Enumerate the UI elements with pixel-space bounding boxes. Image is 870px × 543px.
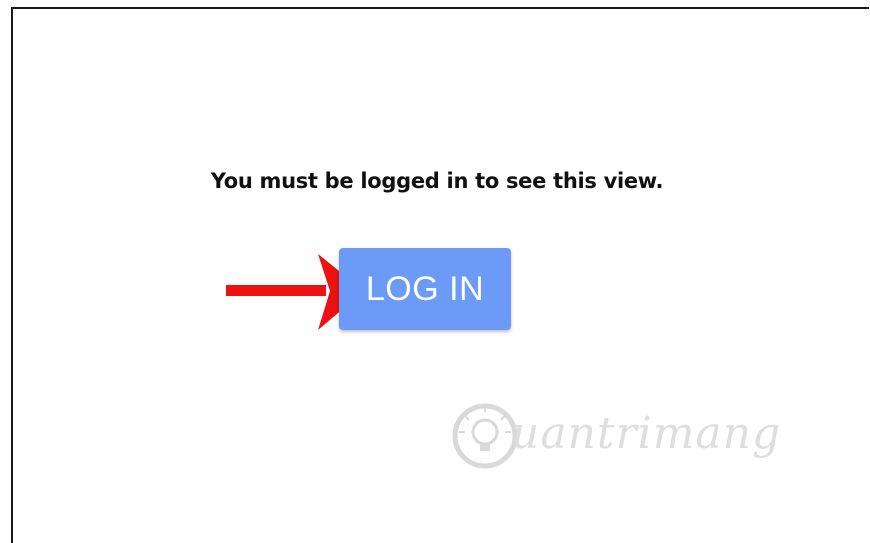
watermark-text: uantrimang [511, 408, 782, 459]
watermark: uantrimang [449, 394, 799, 474]
login-required-panel: You must be logged in to see this view. … [11, 7, 869, 543]
lightbulb-icon [452, 403, 518, 469]
red-arrow-annotation-icon [226, 252, 364, 337]
login-required-message: You must be logged in to see this view. [210, 169, 664, 193]
login-button[interactable]: LOG IN [339, 248, 511, 330]
